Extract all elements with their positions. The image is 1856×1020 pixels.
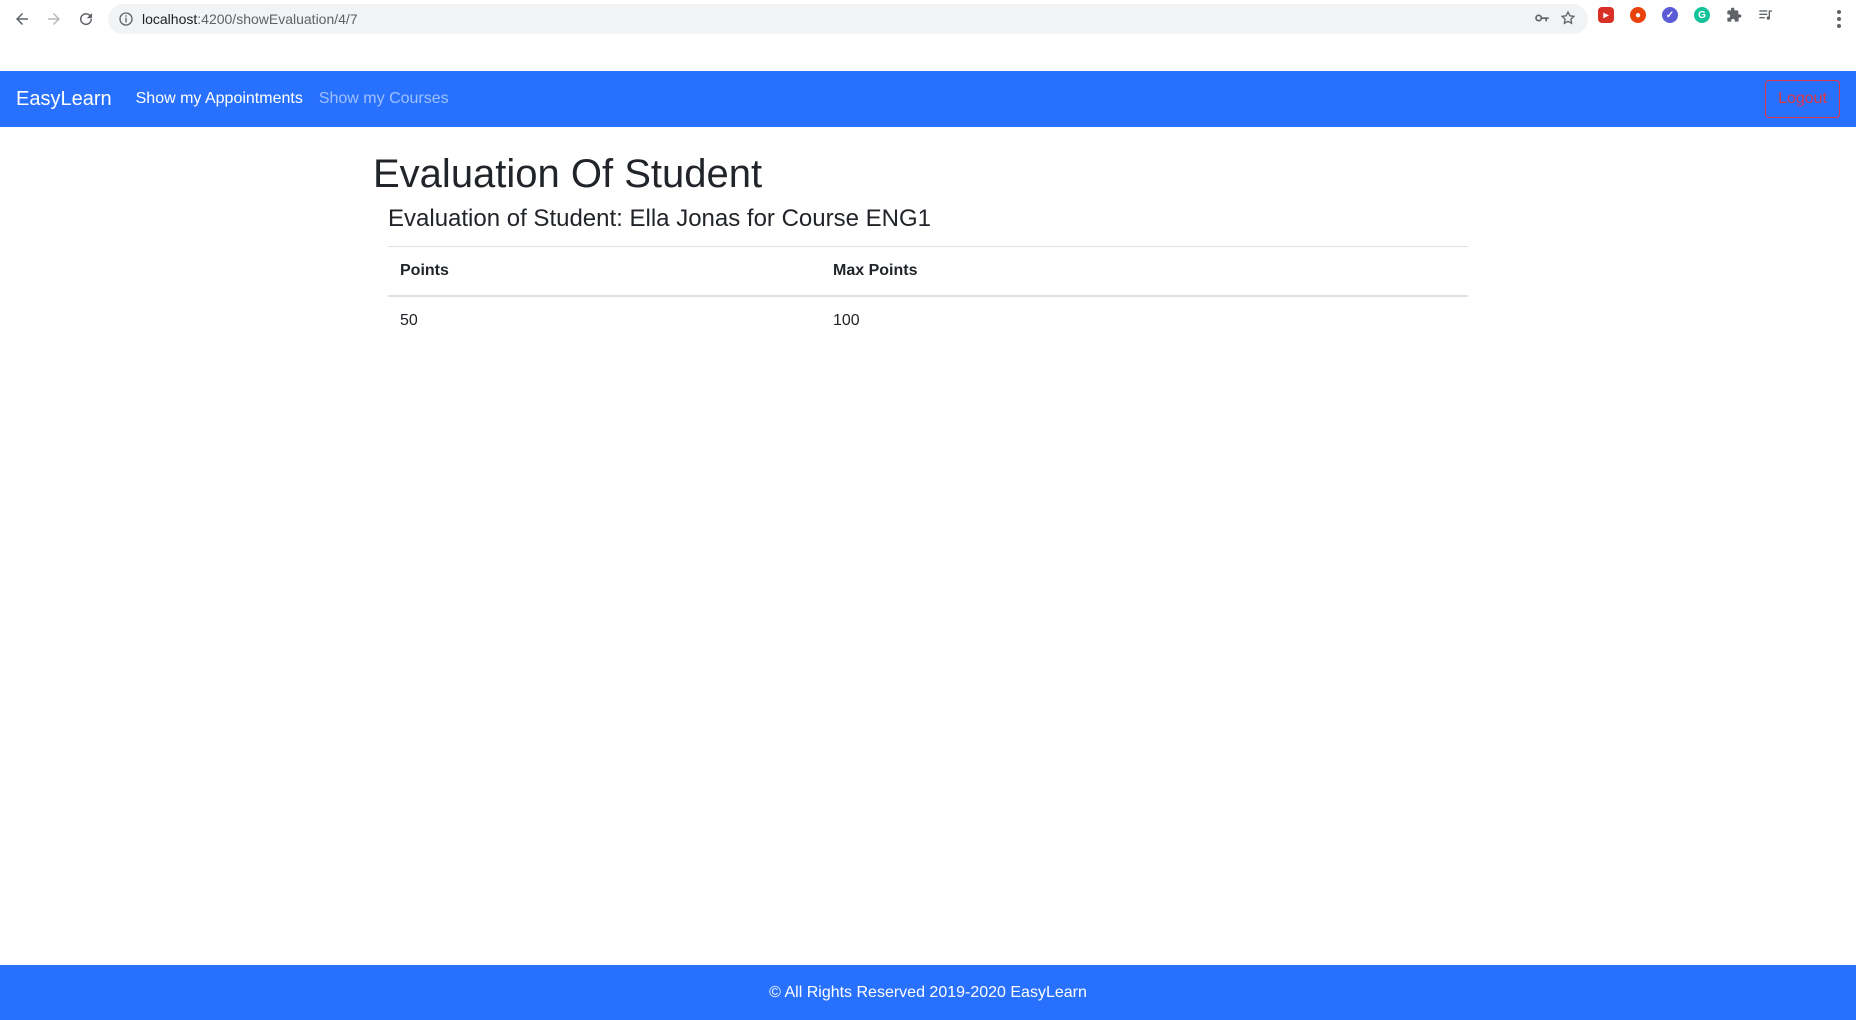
footer-text: © All Rights Reserved 2019-2020 EasyLear… xyxy=(769,983,1087,1001)
url-path: :4200/showEvaluation/4/7 xyxy=(197,11,358,27)
forward-icon[interactable] xyxy=(38,3,70,35)
logout-button[interactable]: Logout xyxy=(1765,80,1840,118)
star-icon[interactable] xyxy=(1560,10,1576,29)
back-icon[interactable] xyxy=(6,3,38,35)
brand-logo[interactable]: EasyLearn xyxy=(16,88,112,111)
nav-link-courses[interactable]: Show my Courses xyxy=(319,90,449,108)
extension-shield-icon[interactable]: ● xyxy=(1630,7,1646,23)
page-footer: © All Rights Reserved 2019-2020 EasyLear… xyxy=(0,965,1856,1020)
cell-max-points: 100 xyxy=(833,312,860,329)
playlist-icon[interactable] xyxy=(1758,7,1774,23)
nav-link-appointments[interactable]: Show my Appointments xyxy=(136,90,303,108)
info-icon[interactable] xyxy=(118,11,134,27)
browser-toolbar: localhost:4200/showEvaluation/4/7 ▸ ● ✓ … xyxy=(0,0,1856,38)
table-row: 50 100 xyxy=(388,296,1468,345)
reload-icon[interactable] xyxy=(70,3,102,35)
extension-red-icon[interactable]: ▸ xyxy=(1598,7,1614,23)
main-content: Evaluation Of Student Evaluation of Stud… xyxy=(373,150,1483,345)
app-navbar: EasyLearn Show my Appointments Show my C… xyxy=(0,71,1856,127)
kebab-menu-icon[interactable] xyxy=(1836,9,1842,34)
page-title: Evaluation Of Student xyxy=(373,152,763,196)
url-host: localhost xyxy=(142,11,198,27)
key-icon[interactable] xyxy=(1534,10,1550,29)
extensions-bar: ▸ ● ✓ G xyxy=(1598,7,1774,23)
header-max-points: Max Points xyxy=(821,247,1468,297)
card-title: Evaluation of Student: Ella Jonas for Co… xyxy=(388,204,1468,247)
header-points: Points xyxy=(388,247,821,297)
cell-points: 50 xyxy=(400,312,418,329)
evaluation-card: Evaluation of Student: Ella Jonas for Co… xyxy=(388,204,1468,345)
extension-check-icon[interactable]: ✓ xyxy=(1662,7,1678,23)
evaluation-table: Points Max Points 50 100 xyxy=(388,247,1468,345)
table-header-row: Points Max Points xyxy=(388,247,1468,297)
extension-grammarly-icon[interactable]: G xyxy=(1694,7,1710,23)
address-bar[interactable]: localhost:4200/showEvaluation/4/7 xyxy=(108,4,1588,34)
puzzle-icon[interactable] xyxy=(1726,7,1742,23)
